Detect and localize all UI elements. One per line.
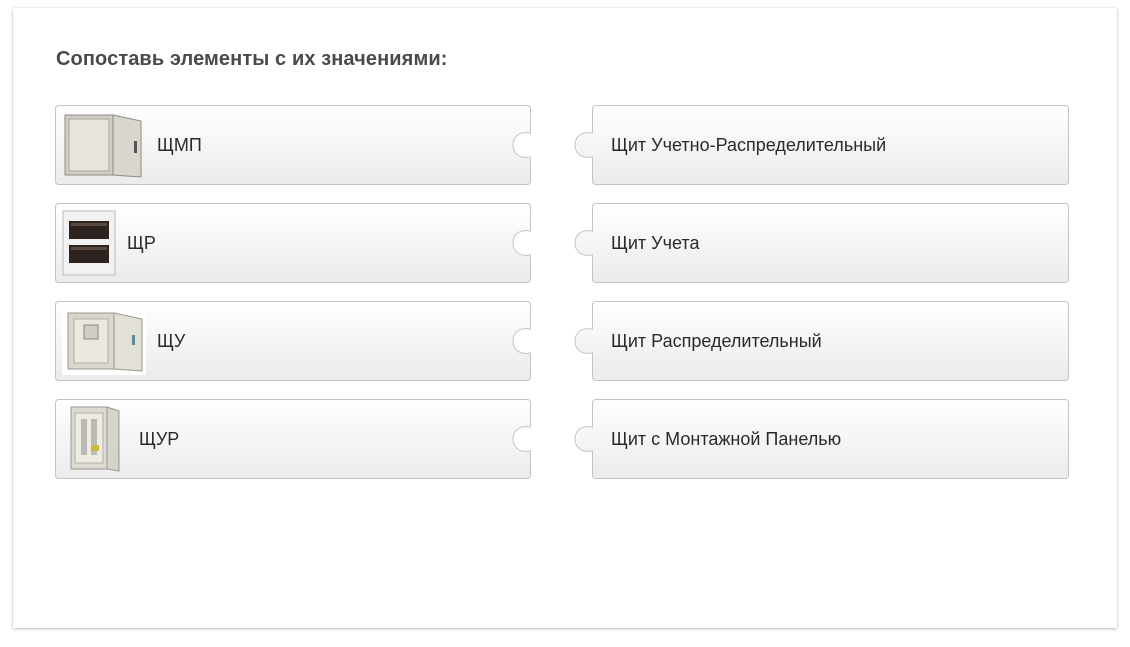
source-tile[interactable]: ЩУР <box>55 399 545 479</box>
target-label: Щит с Монтажной Панелью <box>611 429 842 449</box>
source-tile[interactable]: ЩР <box>55 203 545 283</box>
source-label: ЩУР <box>139 429 180 449</box>
target-label: Щит Учета <box>611 233 700 253</box>
meter-distribution-cabinet-icon <box>70 406 120 472</box>
target-label: Щит Распределительный <box>611 331 822 351</box>
source-tile[interactable]: ЩМП <box>55 105 545 185</box>
source-column: ЩМП ЩР ЩУ ЩУР <box>55 105 545 497</box>
target-tile[interactable]: Щит Учета <box>574 203 1077 283</box>
target-tile[interactable]: Щит Распределительный <box>574 301 1077 381</box>
task-card: Сопоставь элементы с их значениями: ЩМП <box>13 8 1117 628</box>
target-tile[interactable]: Щит Учетно-Распределительный <box>574 105 1077 185</box>
target-label: Щит Учетно-Распределительный <box>611 135 887 155</box>
distribution-box-icon <box>62 210 116 276</box>
source-label: ЩУ <box>157 331 186 351</box>
wall-cabinet-mounting-panel-icon <box>64 114 142 178</box>
source-label: ЩМП <box>157 135 202 155</box>
target-column: Щит Учетно-Распределительный Щит Учета Щ… <box>574 105 1077 497</box>
puzzle-tab-shape <box>55 399 531 479</box>
source-label: ЩР <box>127 233 156 253</box>
task-title: Сопоставь элементы с их значениями: <box>56 48 448 70</box>
source-tile[interactable]: ЩУ <box>55 301 545 381</box>
meter-cabinet-icon <box>62 307 146 375</box>
target-tile[interactable]: Щит с Монтажной Панелью <box>574 399 1077 479</box>
